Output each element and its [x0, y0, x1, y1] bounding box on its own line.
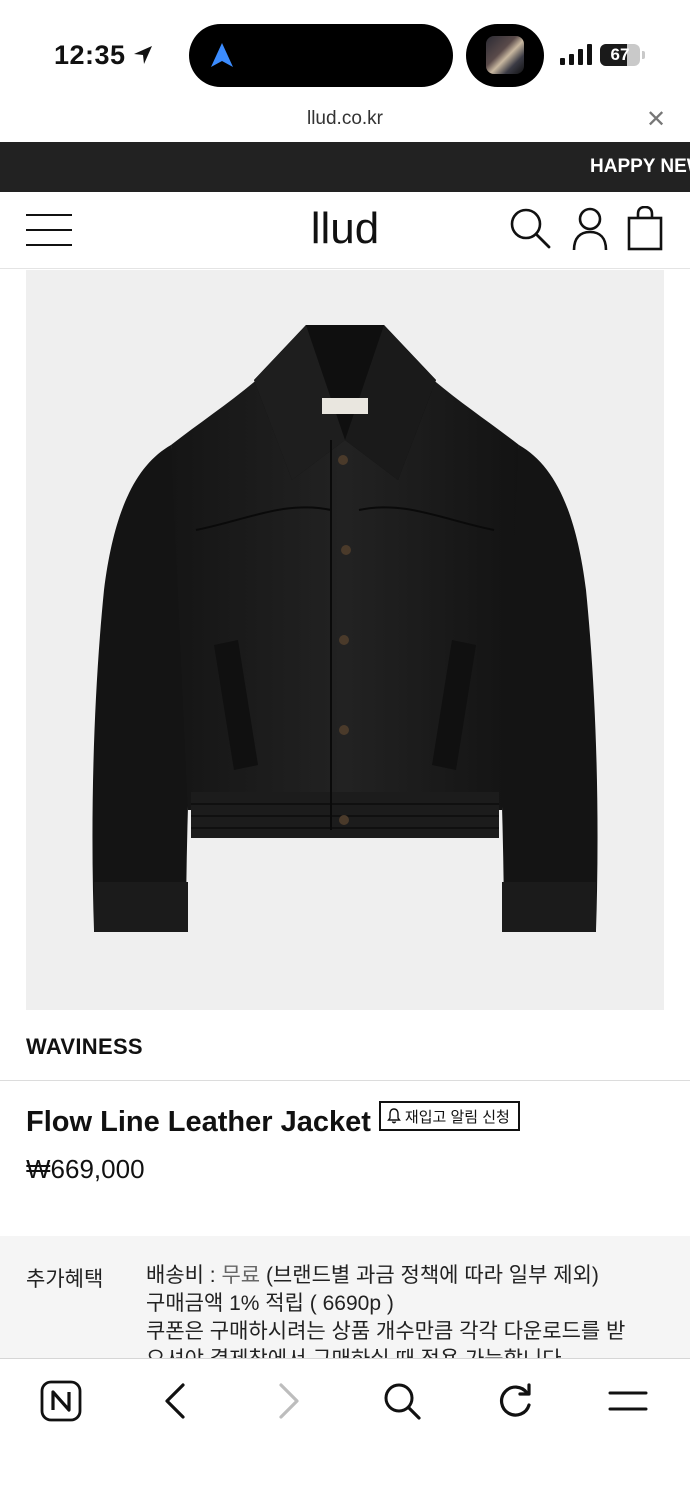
chevron-left-icon[interactable]	[150, 1379, 200, 1423]
album-art	[486, 36, 524, 74]
chevron-right-icon[interactable]	[264, 1379, 314, 1423]
battery-icon: 67	[600, 44, 640, 66]
coupon-line-1: 쿠폰은 구매하시려는 상품 개수만큼 각각 다운로드를 받	[146, 1320, 626, 1343]
status-time: 12:35	[54, 40, 126, 70]
leather-jacket-image	[92, 325, 598, 932]
bell-icon	[386, 1108, 401, 1124]
toolbar-menu-icon[interactable]	[603, 1379, 653, 1423]
location-arrow-icon	[134, 46, 152, 64]
shopping-bag-icon[interactable]	[626, 206, 666, 252]
hamburger-icon[interactable]	[26, 212, 72, 248]
naver-home-icon[interactable]	[36, 1379, 86, 1423]
restock-alert-label: 재입고 알림 신청	[404, 1108, 510, 1126]
product-price: ₩669,000	[26, 1154, 145, 1184]
shipping-line: 배송비 : 무료 (브랜드별 과금 정책에 따라 일부 제외)	[146, 1262, 666, 1290]
announcement-banner: HAPPY NEW YEAR	[0, 142, 690, 192]
divider	[0, 1080, 690, 1081]
product-image[interactable]	[26, 270, 664, 1010]
brand-name[interactable]: WAVINESS	[26, 1034, 143, 1060]
restock-alert-button[interactable]: 재입고 알림 신청	[378, 1101, 520, 1131]
site-header: llud	[0, 192, 690, 269]
battery-cap	[642, 51, 645, 59]
shipping-prefix: 배송비 :	[146, 1264, 222, 1287]
url-text[interactable]: llud.co.kr	[0, 108, 690, 130]
reload-icon[interactable]	[490, 1379, 540, 1423]
status-bar: 12:35 67	[0, 0, 690, 106]
product-title-row: Flow Line Leather Jacket 재입고 알림 신청	[26, 1101, 520, 1142]
browser-toolbar	[0, 1358, 690, 1501]
search-icon[interactable]	[508, 206, 552, 250]
close-icon[interactable]: ✕	[646, 106, 666, 134]
benefits-label: 추가혜택	[26, 1268, 104, 1291]
navigation-arrow-icon	[211, 43, 233, 67]
browser-url-bar[interactable]: llud.co.kr ✕	[0, 106, 690, 142]
shipping-suffix: (브랜드별 과금 정책에 따라 일부 제외)	[260, 1264, 599, 1287]
benefits-section: 추가혜택 배송비 : 무료 (브랜드별 과금 정책에 따라 일부 제외) 구매금…	[0, 1236, 690, 1360]
cellular-signal-icon	[560, 44, 592, 65]
product-title: Flow Line Leather Jacket	[26, 1105, 371, 1138]
points-line: 구매금액 1% 적립 ( 6690p )	[146, 1292, 394, 1315]
benefits-list: 배송비 : 무료 (브랜드별 과금 정책에 따라 일부 제외) 구매금액 1% …	[146, 1262, 666, 1360]
battery-percentage: 67	[610, 45, 630, 64]
toolbar-search-icon[interactable]	[377, 1379, 427, 1423]
user-icon[interactable]	[570, 206, 610, 254]
shipping-free: 무료	[221, 1264, 261, 1287]
announcement-text: HAPPY NEW YEAR	[590, 156, 690, 177]
